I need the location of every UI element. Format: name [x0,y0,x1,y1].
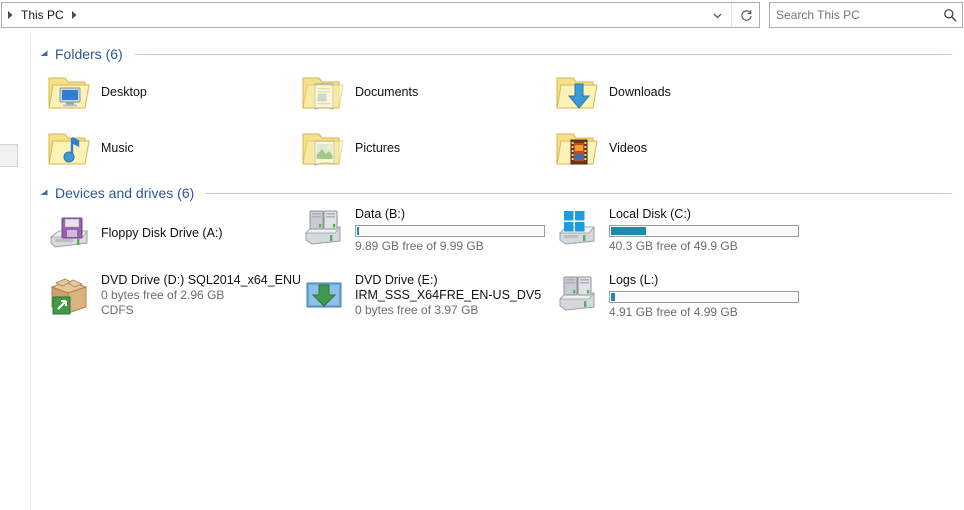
breadcrumb-this-pc[interactable]: This PC [18,3,67,27]
folder-item-videos[interactable]: Videos [553,124,803,180]
folder-documents-icon [299,68,347,116]
folder-label: Videos [609,141,647,155]
drive-label: DVD Drive (D:) SQL2014_x64_ENU [101,273,302,287]
folder-item-documents[interactable]: Documents [299,68,549,124]
drive-text: Floppy Disk Drive (A:) [101,209,223,253]
drive-item-local-disk-c[interactable]: Local Disk (C:) 40.3 GB free of 49.9 GB [553,203,803,265]
folder-music-icon [45,124,93,172]
caret-collapse-icon[interactable] [39,188,49,198]
capacity-bar-fill [611,293,615,301]
drive-item-data-b[interactable]: Data (B:) 9.89 GB free of 9.99 GB [299,203,549,265]
group-title-devices: Devices and drives (6) [55,185,195,201]
navigation-pane-item-partial[interactable] [0,144,18,167]
folder-pictures-icon [299,124,347,172]
drive-free-space: 4.91 GB free of 4.99 GB [609,305,738,319]
capacity-bar [609,225,799,237]
toolbar: This PC [0,0,964,31]
capacity-bar-fill [357,227,359,235]
breadcrumb-trailing-chevron-icon[interactable] [67,3,83,27]
folder-item-music[interactable]: Music [45,124,295,180]
drive-item-floppy-a[interactable]: Floppy Disk Drive (A:) [45,209,295,265]
folder-downloads-icon [553,68,601,116]
drive-label: Data (B:) [355,207,406,221]
drive-item-dvd-d[interactable]: DVD Drive (D:) SQL2014_x64_ENU 0 bytes f… [45,269,305,331]
address-history-dropdown-icon[interactable] [704,3,730,27]
group-rule [206,192,952,194]
drive-free-space: 40.3 GB free of 49.9 GB [609,239,738,253]
hard-drive-icon [299,203,347,251]
folder-desktop-icon [45,68,93,116]
search-input[interactable] [770,3,938,27]
folder-item-downloads[interactable]: Downloads [553,68,803,124]
drive-label: DVD Drive (E:) [355,273,438,287]
refresh-icon[interactable] [733,3,759,27]
cd-box-drive-icon [45,269,93,317]
floppy-drive-icon [45,209,93,257]
search-icon[interactable] [938,3,962,27]
caret-collapse-icon[interactable] [39,49,49,59]
search-box[interactable] [769,2,963,28]
address-bar-separator [731,3,732,27]
folder-label: Documents [355,85,419,99]
drive-free-space: 0 bytes free of 3.97 GB [355,303,479,317]
folder-item-pictures[interactable]: Pictures [299,124,549,180]
hard-drive-icon [553,269,601,317]
folder-label: Music [101,141,134,155]
navigation-pane[interactable] [0,31,31,510]
folder-label: Downloads [609,85,671,99]
folder-item-desktop[interactable]: Desktop [45,68,295,124]
windows-drive-icon [553,203,601,251]
drive-text: Local Disk (C:) 40.3 GB free of 49.9 GB [609,203,799,254]
file-list-view[interactable]: Folders (6) Desktop Documents Downloads … [31,31,964,510]
drive-text: Logs (L:) 4.91 GB free of 4.99 GB [609,269,799,320]
drive-label: Local Disk (C:) [609,207,691,221]
drive-text: DVD Drive (D:) SQL2014_x64_ENU 0 bytes f… [101,269,301,318]
drive-item-logs-l[interactable]: Logs (L:) 4.91 GB free of 4.99 GB [553,269,803,331]
capacity-bar [355,225,545,237]
folder-label: Desktop [101,85,147,99]
drive-label: Floppy Disk Drive (A:) [101,226,223,240]
cd-install-drive-icon [299,269,347,317]
drive-text: Data (B:) 9.89 GB free of 9.99 GB [355,203,545,254]
address-bar[interactable]: This PC [1,2,760,28]
drive-free-space: 0 bytes free of 2.96 GB [101,288,225,302]
capacity-bar-fill [611,227,647,235]
drive-item-dvd-e[interactable]: DVD Drive (E:) IRM_SSS_X64FRE_EN-US_DV5 … [299,269,559,331]
folder-label: Pictures [355,141,401,155]
drive-label: Logs (L:) [609,273,659,287]
group-header-devices[interactable]: Devices and drives (6) [31,183,964,203]
breadcrumb-leading-chevron-icon[interactable] [2,3,18,27]
drive-text: DVD Drive (E:) IRM_SSS_X64FRE_EN-US_DV5 … [355,269,541,318]
drive-filesystem: CDFS [101,303,134,317]
group-title-folders: Folders (6) [55,46,123,62]
drive-volume-label: IRM_SSS_X64FRE_EN-US_DV5 [355,288,542,302]
capacity-bar [609,291,799,303]
drive-free-space: 9.89 GB free of 9.99 GB [355,239,484,253]
folder-videos-icon [553,124,601,172]
group-rule [134,53,952,55]
group-header-folders[interactable]: Folders (6) [31,44,964,64]
